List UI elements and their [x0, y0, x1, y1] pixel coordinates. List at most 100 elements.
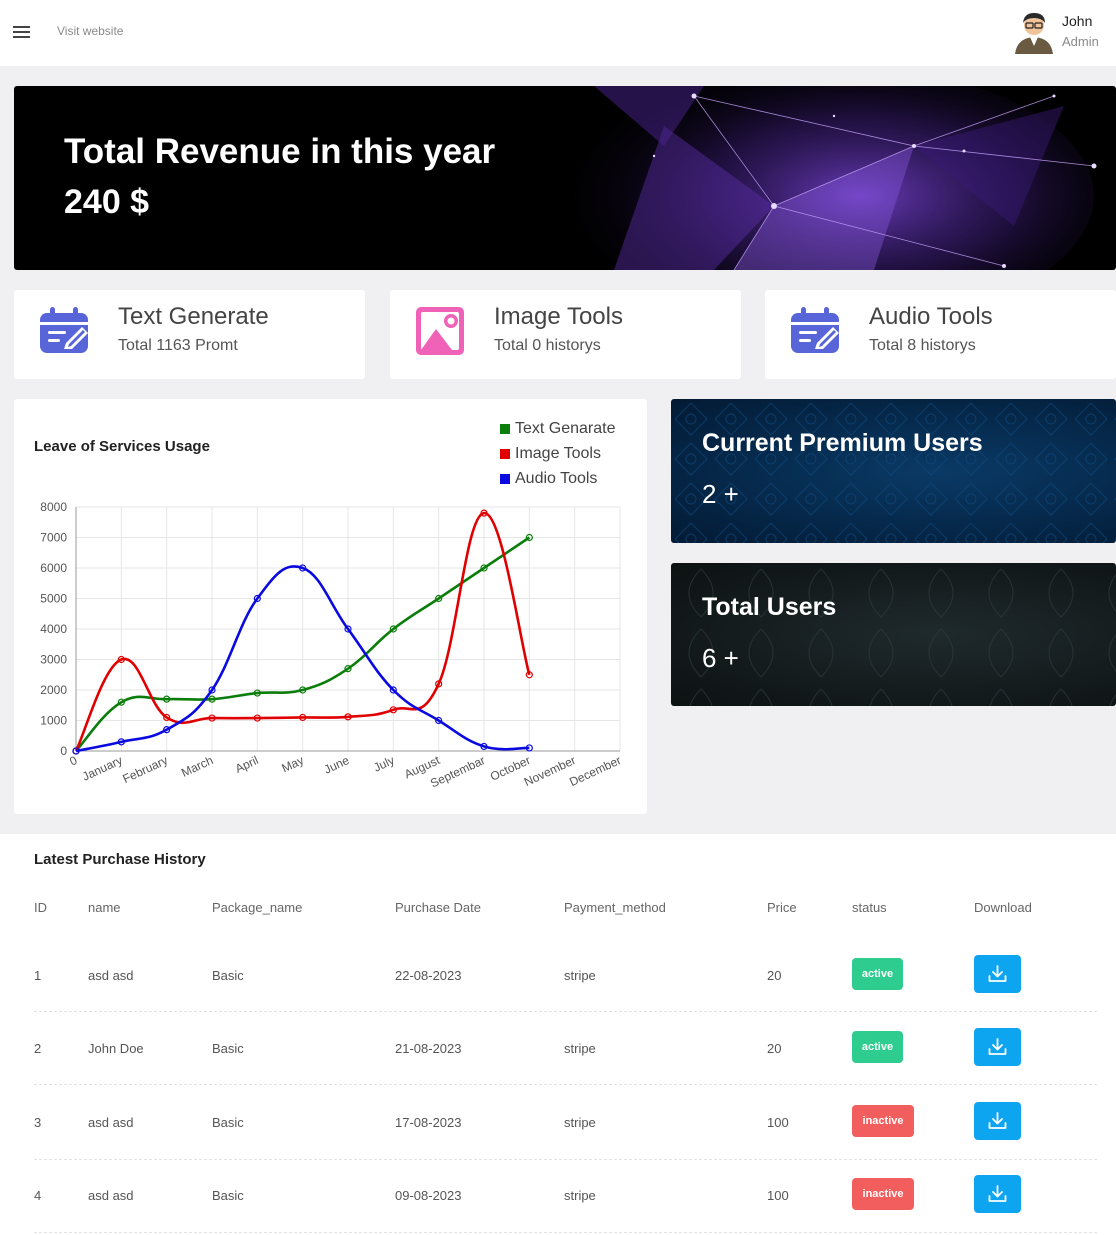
- cell-price: 100: [767, 1188, 789, 1203]
- column-header-date: Purchase Date: [395, 900, 481, 915]
- x-tick-label: February: [120, 753, 169, 786]
- menu-icon[interactable]: [13, 26, 30, 38]
- table-row: 1 asd asd Basic 22-08-2023 stripe 20 active: [34, 939, 1097, 1012]
- user-role: Admin: [1062, 34, 1099, 49]
- premium-users-value: 2 +: [702, 479, 739, 509]
- y-tick-label: 2000: [40, 683, 67, 697]
- x-tick-label: May: [279, 753, 305, 775]
- legend-label: Image Tools: [515, 445, 601, 462]
- pattern-background: [671, 563, 1116, 706]
- download-button[interactable]: [974, 1175, 1021, 1213]
- legend-swatch: [500, 449, 510, 459]
- audio-tools-card[interactable]: Audio Tools Total 8 historys: [765, 290, 1116, 379]
- column-header-id: ID: [34, 900, 47, 915]
- column-header-name: name: [88, 900, 121, 915]
- status-badge: inactive: [852, 1105, 914, 1137]
- cell-price: 20: [767, 1041, 782, 1056]
- x-tick-label: January: [80, 753, 125, 784]
- column-header-status: status: [852, 900, 887, 915]
- y-tick-label: 6000: [40, 561, 67, 575]
- user-name: John: [1062, 13, 1093, 29]
- column-header-price: Price: [767, 900, 797, 915]
- y-tick-label: 5000: [40, 592, 67, 606]
- usage-chart-card: 0 1000 2000 3000 4000 5000 6000 7000 8000 0 Januar…: [14, 399, 647, 814]
- purchase-history-section: Latest Purchase History ID name Package_…: [0, 834, 1116, 1235]
- legend-item[interactable]: Image Tools: [500, 444, 616, 469]
- cell-price: 100: [767, 1115, 789, 1130]
- visit-website-link[interactable]: Visit website: [57, 24, 123, 38]
- calendar-edit-icon: [791, 307, 839, 353]
- cell-id: 2: [34, 1041, 42, 1056]
- image-tools-card[interactable]: Image Tools Total 0 historys: [390, 290, 741, 379]
- cell-payment: stripe: [564, 1188, 596, 1203]
- column-header-payment: Payment_method: [564, 900, 666, 915]
- cell-package: Basic: [212, 968, 244, 983]
- tool-subtitle: Total 8 historys: [869, 337, 976, 354]
- chart-title: Leave of Services Usage: [34, 438, 210, 455]
- history-title: Latest Purchase History: [34, 851, 206, 868]
- cell-name: asd asd: [88, 968, 134, 983]
- legend-label: Text Genarate: [515, 420, 616, 437]
- total-users-value: 6 +: [702, 643, 739, 673]
- calendar-edit-icon: [40, 307, 88, 353]
- cell-date: 09-08-2023: [395, 1188, 462, 1203]
- legend-item[interactable]: Audio Tools: [500, 469, 616, 494]
- x-tick-label: December: [567, 753, 623, 789]
- tool-title: Text Generate: [118, 303, 269, 330]
- cell-name: asd asd: [88, 1188, 134, 1203]
- chart-legend: Text Genarate Image Tools Audio Tools: [500, 419, 616, 494]
- x-tick-label: June: [322, 753, 352, 777]
- image-icon: [416, 307, 464, 355]
- top-bar: Visit website John Admin: [0, 0, 1116, 66]
- tool-subtitle: Total 1163 Promt: [118, 337, 238, 354]
- y-tick-label: 1000: [40, 714, 67, 728]
- cell-payment: stripe: [564, 1041, 596, 1056]
- download-button[interactable]: [974, 1028, 1021, 1066]
- y-tick-label: 4000: [40, 622, 67, 636]
- column-header-download: Download: [974, 900, 1032, 915]
- cell-name: John Doe: [88, 1041, 144, 1056]
- tool-title: Image Tools: [494, 303, 623, 330]
- cell-date: 17-08-2023: [395, 1115, 462, 1130]
- cell-name: asd asd: [88, 1115, 134, 1130]
- legend-item[interactable]: Text Genarate: [500, 419, 616, 444]
- x-tick-label: April: [233, 753, 261, 776]
- tool-title: Audio Tools: [869, 303, 993, 330]
- cell-package: Basic: [212, 1188, 244, 1203]
- legend-swatch: [500, 474, 510, 484]
- avatar[interactable]: [1012, 10, 1056, 54]
- cell-price: 20: [767, 968, 782, 983]
- cell-date: 22-08-2023: [395, 968, 462, 983]
- premium-users-card: Current Premium Users 2 +: [671, 399, 1116, 543]
- column-header-package: Package_name: [212, 900, 303, 915]
- revenue-title: Total Revenue in this year: [64, 132, 496, 171]
- y-tick-label: 3000: [40, 653, 67, 667]
- legend-swatch: [500, 424, 510, 434]
- cell-id: 4: [34, 1188, 42, 1203]
- cell-id: 3: [34, 1115, 42, 1130]
- cell-package: Basic: [212, 1041, 244, 1056]
- download-icon: [988, 1112, 1007, 1129]
- table-row: 3 asd asd Basic 17-08-2023 stripe 100 inactive: [34, 1085, 1097, 1160]
- status-badge: active: [852, 1031, 903, 1063]
- status-badge: inactive: [852, 1178, 914, 1210]
- x-tick-label: 0: [67, 753, 79, 769]
- cell-id: 1: [34, 968, 42, 983]
- download-button[interactable]: [974, 1102, 1021, 1140]
- table-row: 4 asd asd Basic 09-08-2023 stripe 100 inactive: [34, 1158, 1097, 1233]
- cell-payment: stripe: [564, 1115, 596, 1130]
- x-tick-label: July: [371, 753, 396, 775]
- status-badge: active: [852, 958, 903, 990]
- x-tick-label: March: [179, 753, 215, 780]
- table-row: 2 John Doe Basic 21-08-2023 stripe 20 active: [34, 1012, 1097, 1085]
- premium-users-title: Current Premium Users: [702, 429, 983, 457]
- download-button[interactable]: [974, 955, 1021, 993]
- revenue-banner: Total Revenue in this year 240 $: [14, 86, 1116, 270]
- y-tick-label: 7000: [40, 531, 67, 545]
- pattern-background: [671, 399, 1116, 543]
- text-generate-card[interactable]: Text Generate Total 1163 Promt: [14, 290, 365, 379]
- legend-label: Audio Tools: [515, 470, 598, 487]
- cell-date: 21-08-2023: [395, 1041, 462, 1056]
- download-icon: [988, 1038, 1007, 1055]
- cell-payment: stripe: [564, 968, 596, 983]
